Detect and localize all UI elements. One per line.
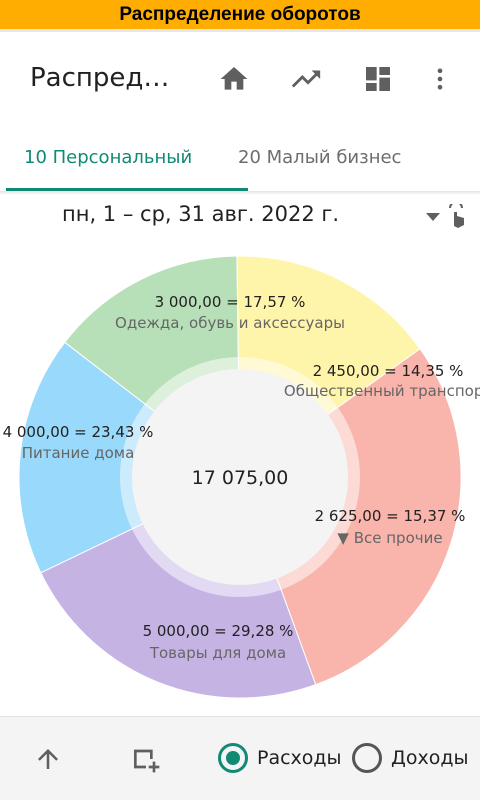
dropdown-touch-icon xyxy=(426,201,464,228)
distribution-chart: 17 075,00 3 000,00 = 17,57 % Одежда, обувь… xyxy=(0,240,480,715)
more-vert-icon xyxy=(437,68,443,90)
arrow-up-icon xyxy=(38,749,58,769)
dashboard-icon xyxy=(366,67,390,91)
slice-category-label: Питание дома xyxy=(22,444,135,462)
date-range-dropdown[interactable] xyxy=(424,201,468,230)
slice-value-label: 5 000,00 = 29,28 % xyxy=(143,622,294,640)
income-label[interactable]: Доходы xyxy=(391,747,468,769)
expenses-radio[interactable] xyxy=(218,743,248,773)
date-range-row: пн, 1 – ср, 31 авг. 2022 г. xyxy=(0,198,480,234)
add-window-button[interactable] xyxy=(126,739,166,779)
slice-value-label: 3 000,00 = 17,57 % xyxy=(155,293,306,311)
tab-personal[interactable]: 10 Персональный xyxy=(24,123,192,191)
app-title: Распред… xyxy=(30,63,170,93)
trending-up-icon xyxy=(291,70,321,88)
slice-value-label: 2 625,00 = 15,37 % xyxy=(315,507,466,525)
slice-value-label: 2 450,00 = 14,35 % xyxy=(313,362,464,380)
bottom-bar: Расходы Доходы xyxy=(0,716,480,800)
dashboard-button[interactable] xyxy=(358,59,398,99)
add-window-icon xyxy=(134,749,160,773)
slice-category-label: Общественный транспорт xyxy=(284,382,480,400)
donut-chart: 17 075,00 3 000,00 = 17,57 % Одежда, обувь… xyxy=(3,255,480,699)
app-bar: Распред… xyxy=(0,35,480,123)
window-titlebar: Распределение оборотов xyxy=(0,0,480,32)
chart-total-label: 17 075,00 xyxy=(192,467,289,489)
up-button[interactable] xyxy=(28,739,68,779)
tab-small-business[interactable]: 20 Малый бизнес xyxy=(238,123,401,191)
slice-category-label: Одежда, обувь и аксессуары xyxy=(115,314,345,332)
tab-bar-shadow xyxy=(0,191,480,195)
slice-category-label: ▼ Все прочие xyxy=(337,529,442,547)
home-icon xyxy=(220,67,248,90)
tab-bar: 10 Персональный 20 Малый бизнес xyxy=(0,123,480,191)
trend-button[interactable] xyxy=(286,59,326,99)
income-radio[interactable] xyxy=(352,743,382,773)
home-button[interactable] xyxy=(214,59,254,99)
slice-value-label: 4 000,00 = 23,43 % xyxy=(3,423,154,441)
window-title: Распределение оборотов xyxy=(119,3,361,25)
expenses-label[interactable]: Расходы xyxy=(257,747,342,769)
slice-category-label: Товары для дома xyxy=(149,644,286,662)
more-menu-button[interactable] xyxy=(420,59,460,99)
date-range-label[interactable]: пн, 1 – ср, 31 авг. 2022 г. xyxy=(62,202,339,226)
